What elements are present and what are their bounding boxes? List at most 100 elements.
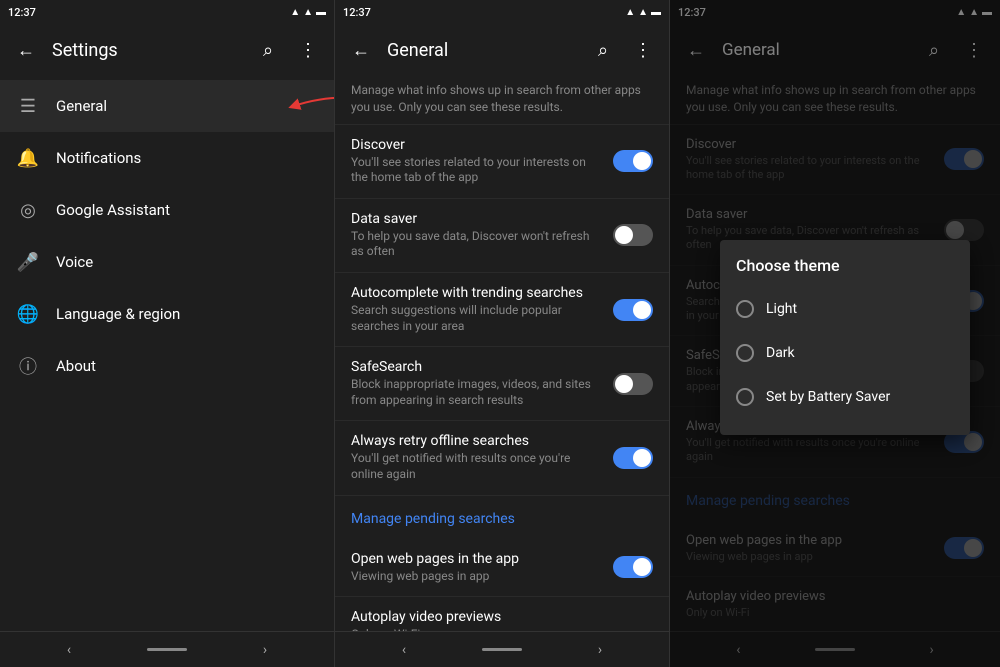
settings-item-open-web[interactable]: Open web pages in the app Viewing web pa… bbox=[335, 539, 669, 598]
sidebar-item-general[interactable]: ☰ General bbox=[0, 80, 334, 132]
chevron-left-icon-2: ‹ bbox=[402, 642, 406, 658]
settings-list-2: Discover You'll see stories related to y… bbox=[335, 125, 669, 631]
battery-icon: ▬ bbox=[316, 7, 326, 18]
settings-item-content-data-saver: Data saver To help you save data, Discov… bbox=[351, 211, 605, 260]
more-button-1[interactable]: ⋮ bbox=[290, 32, 326, 68]
nav-items-list: ☰ General 🔔 Notifications ◎ Google Assis… bbox=[0, 76, 334, 631]
back-icon-2: ← bbox=[352, 40, 370, 61]
chevron-right-icon-1: › bbox=[263, 642, 267, 658]
sidebar-item-language[interactable]: 🌐 Language & region bbox=[0, 288, 334, 340]
manage-pending-searches-link[interactable]: Manage pending searches bbox=[335, 496, 669, 539]
dialog-title: Choose theme bbox=[720, 256, 970, 287]
signal-icon: ▲ bbox=[303, 7, 313, 18]
radio-dark bbox=[736, 344, 754, 362]
settings-item-autoplay[interactable]: Autoplay video previews Only on Wi-Fi bbox=[335, 597, 669, 631]
search-button-1[interactable]: ⌕ bbox=[250, 32, 286, 68]
sidebar-item-label-about: About bbox=[56, 357, 96, 375]
status-time-1: 12:37 bbox=[8, 6, 36, 19]
wifi-icon: ▲ bbox=[290, 7, 300, 18]
toggle-switch-open-web[interactable] bbox=[613, 556, 653, 578]
chevron-left-icon-1: ‹ bbox=[67, 642, 71, 658]
general-icon: ☰ bbox=[16, 94, 40, 118]
toggle-switch-offline[interactable] bbox=[613, 447, 653, 469]
back-button-2[interactable]: ← bbox=[343, 32, 379, 68]
language-icon: 🌐 bbox=[16, 302, 40, 326]
status-time-2: 12:37 bbox=[343, 6, 371, 19]
toggle-thumb-autocomplete bbox=[633, 301, 651, 319]
search-icon-2: ⌕ bbox=[598, 40, 608, 61]
settings-item-safesearch[interactable]: SafeSearch Block inappropriate images, v… bbox=[335, 347, 669, 421]
dialog-option-dark[interactable]: Dark bbox=[720, 331, 970, 375]
sidebar-item-about[interactable]: ⓘ About bbox=[0, 340, 334, 392]
toggle-switch-autocomplete[interactable] bbox=[613, 299, 653, 321]
dialog-option-battery[interactable]: Set by Battery Saver bbox=[720, 375, 970, 419]
forward-nav-2[interactable]: › bbox=[570, 636, 630, 664]
home-nav-1[interactable] bbox=[137, 636, 197, 664]
settings-item-content-safesearch: SafeSearch Block inappropriate images, v… bbox=[351, 359, 605, 408]
settings-item-autocomplete[interactable]: Autocomplete with trending searches Sear… bbox=[335, 273, 669, 347]
notifications-icon: 🔔 bbox=[16, 146, 40, 170]
bottom-nav-2: ‹ › bbox=[335, 631, 669, 667]
toggle-autocomplete[interactable] bbox=[613, 299, 653, 321]
toggle-offline[interactable] bbox=[613, 447, 653, 469]
manage-link-text: Manage pending searches bbox=[351, 511, 515, 527]
dialog-option-label-light: Light bbox=[766, 301, 797, 317]
settings-item-title-offline: Always retry offline searches bbox=[351, 433, 605, 449]
sidebar-item-voice[interactable]: 🎤 Voice bbox=[0, 236, 334, 288]
search-button-2[interactable]: ⌕ bbox=[585, 32, 621, 68]
radio-battery bbox=[736, 388, 754, 406]
dialog-option-light[interactable]: Light bbox=[720, 287, 970, 331]
toggle-switch-data-saver[interactable] bbox=[613, 224, 653, 246]
back-nav-2[interactable]: ‹ bbox=[374, 636, 434, 664]
home-nav-2[interactable] bbox=[472, 636, 532, 664]
sidebar-item-label-language: Language & region bbox=[56, 305, 180, 323]
settings-item-subtitle-offline: You'll get notified with results once yo… bbox=[351, 451, 605, 482]
settings-item-discover[interactable]: Discover You'll see stories related to y… bbox=[335, 125, 669, 199]
annotation-arrow-1 bbox=[284, 88, 334, 124]
sidebar-item-notifications[interactable]: 🔔 Notifications bbox=[0, 132, 334, 184]
search-icon-1: ⌕ bbox=[263, 40, 273, 61]
home-indicator-2 bbox=[482, 648, 522, 651]
status-icons-2: ▲ ▲ ▬ bbox=[625, 7, 661, 18]
bottom-nav-1: ‹ › bbox=[0, 631, 334, 667]
voice-icon: 🎤 bbox=[16, 250, 40, 274]
signal-icon-2: ▲ bbox=[638, 7, 648, 18]
app-bar-actions-2: ⌕ ⋮ bbox=[585, 32, 661, 68]
settings-item-content-discover: Discover You'll see stories related to y… bbox=[351, 137, 605, 186]
back-button-1[interactable]: ← bbox=[8, 32, 44, 68]
general-settings-panel-3: 12:37 ▲ ▲ ▬ ← General ⌕ ⋮ Manage what in… bbox=[670, 0, 1000, 667]
general-app-bar: ← General ⌕ ⋮ bbox=[335, 24, 669, 76]
status-bar-2: 12:37 ▲ ▲ ▬ bbox=[335, 0, 669, 24]
settings-item-title-data-saver: Data saver bbox=[351, 211, 605, 227]
forward-nav-1[interactable]: › bbox=[235, 636, 295, 664]
toggle-switch-safesearch[interactable] bbox=[613, 373, 653, 395]
toggle-thumb-discover bbox=[633, 152, 651, 170]
app-bar-actions-1: ⌕ ⋮ bbox=[250, 32, 326, 68]
back-nav-1[interactable]: ‹ bbox=[39, 636, 99, 664]
sidebar-item-label-voice: Voice bbox=[56, 253, 93, 271]
more-button-2[interactable]: ⋮ bbox=[625, 32, 661, 68]
settings-item-offline-searches[interactable]: Always retry offline searches You'll get… bbox=[335, 421, 669, 495]
settings-item-subtitle-open-web: Viewing web pages in app bbox=[351, 569, 605, 585]
toggle-open-web[interactable] bbox=[613, 556, 653, 578]
toggle-data-saver[interactable] bbox=[613, 224, 653, 246]
toggle-discover[interactable] bbox=[613, 150, 653, 172]
status-bar-1: 12:37 ▲ ▲ ▬ bbox=[0, 0, 334, 24]
settings-item-title-open-web: Open web pages in the app bbox=[351, 551, 605, 567]
toggle-safesearch[interactable] bbox=[613, 373, 653, 395]
settings-item-data-saver[interactable]: Data saver To help you save data, Discov… bbox=[335, 199, 669, 273]
settings-item-subtitle-data-saver: To help you save data, Discover won't re… bbox=[351, 229, 605, 260]
settings-item-title-autocomplete: Autocomplete with trending searches bbox=[351, 285, 605, 301]
sidebar-item-google-assistant[interactable]: ◎ Google Assistant bbox=[0, 184, 334, 236]
chevron-right-icon-2: › bbox=[598, 642, 602, 658]
sidebar-item-label-assistant: Google Assistant bbox=[56, 201, 170, 219]
general-settings-panel: 12:37 ▲ ▲ ▬ ← General ⌕ ⋮ Manage what in… bbox=[335, 0, 670, 667]
more-icon-1: ⋮ bbox=[299, 40, 317, 61]
settings-item-title-autoplay: Autoplay video previews bbox=[351, 609, 653, 625]
toggle-thumb-data-saver bbox=[615, 226, 633, 244]
toggle-switch-discover[interactable] bbox=[613, 150, 653, 172]
sidebar-item-label-notifications: Notifications bbox=[56, 149, 141, 167]
settings-item-title-safesearch: SafeSearch bbox=[351, 359, 605, 375]
toggle-thumb-offline bbox=[633, 449, 651, 467]
settings-item-subtitle-safesearch: Block inappropriate images, videos, and … bbox=[351, 377, 605, 408]
